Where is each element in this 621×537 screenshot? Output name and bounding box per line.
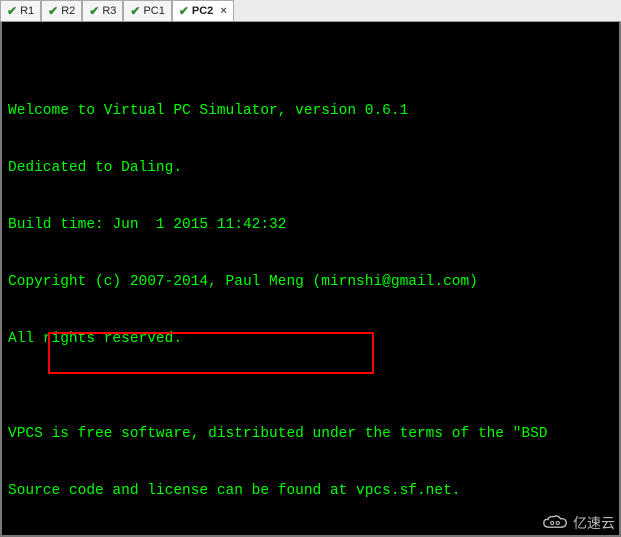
tab-label: R1: [20, 5, 34, 17]
terminal-line: Build time: Jun 1 2015 11:42:32: [8, 216, 613, 235]
tab-r1[interactable]: ✔ R1: [0, 0, 41, 21]
terminal-line: VPCS is free software, distributed under…: [8, 425, 613, 444]
check-icon: ✔: [7, 4, 17, 18]
check-icon: ✔: [89, 4, 99, 18]
terminal-line: Dedicated to Daling.: [8, 159, 613, 178]
terminal-output[interactable]: Welcome to Virtual PC Simulator, version…: [0, 22, 621, 537]
tab-label: PC2: [192, 5, 213, 17]
tab-label: PC1: [143, 5, 164, 17]
tab-label: R2: [61, 5, 75, 17]
tab-bar: ✔ R1 ✔ R2 ✔ R3 ✔ PC1 ✔ PC2 ×: [0, 0, 621, 22]
check-icon: ✔: [130, 4, 140, 18]
close-icon[interactable]: ×: [220, 5, 226, 17]
tab-r2[interactable]: ✔ R2: [41, 0, 82, 21]
tab-r3[interactable]: ✔ R3: [82, 0, 123, 21]
terminal-line: Welcome to Virtual PC Simulator, version…: [8, 102, 613, 121]
terminal-line: Source code and license can be found at …: [8, 482, 613, 501]
tab-label: R3: [102, 5, 116, 17]
tab-pc1[interactable]: ✔ PC1: [123, 0, 171, 21]
check-icon: ✔: [179, 4, 189, 18]
terminal-line: All rights reserved.: [8, 330, 613, 349]
check-icon: ✔: [48, 4, 58, 18]
terminal-line: Copyright (c) 2007-2014, Paul Meng (mirn…: [8, 273, 613, 292]
tab-pc2[interactable]: ✔ PC2 ×: [172, 0, 234, 21]
